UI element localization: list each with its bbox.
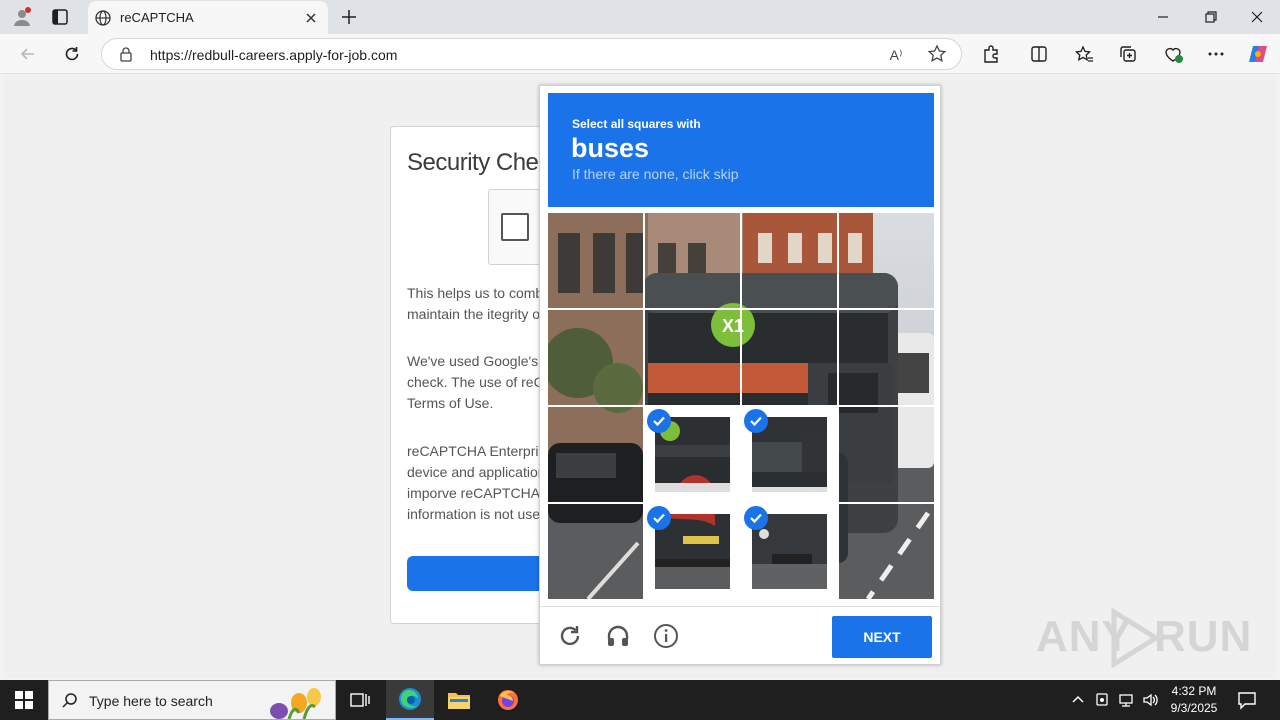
browser-essentials-icon[interactable] xyxy=(1159,40,1187,68)
headphones-icon[interactable] xyxy=(601,619,635,653)
collections-icon[interactable] xyxy=(1114,40,1142,68)
checkmark-icon xyxy=(647,506,671,530)
tab-actions-icon[interactable] xyxy=(46,4,74,30)
browser-toolbar: https://redbull-careers.apply-for-job.co… xyxy=(0,34,1280,74)
device-icon[interactable] xyxy=(1092,690,1112,710)
task-view-icon[interactable] xyxy=(336,680,384,720)
url-text[interactable]: https://redbull-careers.apply-for-job.co… xyxy=(150,47,397,63)
notification-icon[interactable] xyxy=(1236,689,1258,711)
image-grid: X1 xyxy=(548,213,934,599)
back-arrow-icon[interactable] xyxy=(14,40,42,68)
recaptcha-checkbox[interactable] xyxy=(501,213,529,241)
windows-start-icon[interactable] xyxy=(0,680,48,720)
challenge-header: Select all squares with buses If there a… xyxy=(548,93,934,207)
skip-hint: If there are none, click skip xyxy=(572,166,739,182)
clock-time[interactable]: 4:32 PM xyxy=(1166,684,1222,698)
favorites-icon[interactable] xyxy=(1070,40,1098,68)
minimize-icon[interactable] xyxy=(1148,4,1178,30)
search-placeholder: Type here to search xyxy=(89,693,213,709)
search-icon xyxy=(61,692,79,710)
reload-challenge-icon[interactable] xyxy=(553,619,587,653)
read-aloud-icon[interactable]: A⁾ xyxy=(885,44,907,66)
next-button[interactable]: NEXT xyxy=(832,616,932,658)
info-icon[interactable] xyxy=(649,619,683,653)
edge-browser-icon[interactable] xyxy=(386,680,434,720)
restore-icon[interactable] xyxy=(1196,4,1226,30)
taskbar-search-box[interactable]: Type here to search xyxy=(48,680,336,720)
clock-date[interactable]: 9/3/2025 xyxy=(1166,701,1222,715)
challenge-footer: NEXT xyxy=(540,606,940,664)
grid-tile-selected[interactable] xyxy=(742,407,837,502)
grid-tile-selected[interactable] xyxy=(742,504,837,599)
window-close-icon[interactable] xyxy=(1242,4,1272,30)
checkmark-icon xyxy=(647,409,671,433)
split-screen-icon[interactable] xyxy=(1025,40,1053,68)
file-explorer-icon[interactable] xyxy=(435,680,483,720)
grid-tile-selected[interactable] xyxy=(645,504,740,599)
network-icon[interactable] xyxy=(1116,690,1136,710)
checkmark-icon xyxy=(744,409,768,433)
recaptcha-challenge-popup: Select all squares with buses If there a… xyxy=(539,85,941,665)
extensions-icon[interactable] xyxy=(977,40,1005,68)
chevron-up-icon[interactable] xyxy=(1068,690,1088,710)
tab-title: reCAPTCHA xyxy=(120,10,194,25)
copilot-icon[interactable] xyxy=(1244,40,1272,68)
browser-tab-bar: reCAPTCHA xyxy=(0,0,1280,34)
address-bar[interactable]: https://redbull-careers.apply-for-job.co… xyxy=(101,38,962,70)
profile-icon[interactable] xyxy=(8,4,36,30)
close-tab-icon[interactable] xyxy=(302,9,320,27)
globe-icon xyxy=(94,9,112,27)
windows-taskbar: Type here to search 4:32 PM 9/3/2025 xyxy=(0,680,1280,720)
flower-decoration-icon xyxy=(270,688,321,719)
tab-recaptcha[interactable]: reCAPTCHA xyxy=(88,1,328,34)
grid-tile-selected[interactable] xyxy=(645,407,740,502)
refresh-icon[interactable] xyxy=(58,40,86,68)
watermark-text-right: RUN xyxy=(1154,612,1253,661)
star-icon[interactable] xyxy=(927,44,949,66)
lock-icon[interactable] xyxy=(118,46,134,62)
street-scene-image: X1 xyxy=(548,213,934,599)
volume-icon[interactable] xyxy=(1140,690,1160,710)
anyrun-watermark: ANY RUN xyxy=(1036,606,1251,670)
more-options-icon[interactable] xyxy=(1202,40,1230,68)
firefox-icon[interactable] xyxy=(484,680,532,720)
challenge-instruction: Select all squares with xyxy=(572,117,701,131)
new-tab-icon[interactable] xyxy=(336,4,362,30)
challenge-object: buses xyxy=(571,133,650,163)
checkmark-icon xyxy=(744,506,768,530)
